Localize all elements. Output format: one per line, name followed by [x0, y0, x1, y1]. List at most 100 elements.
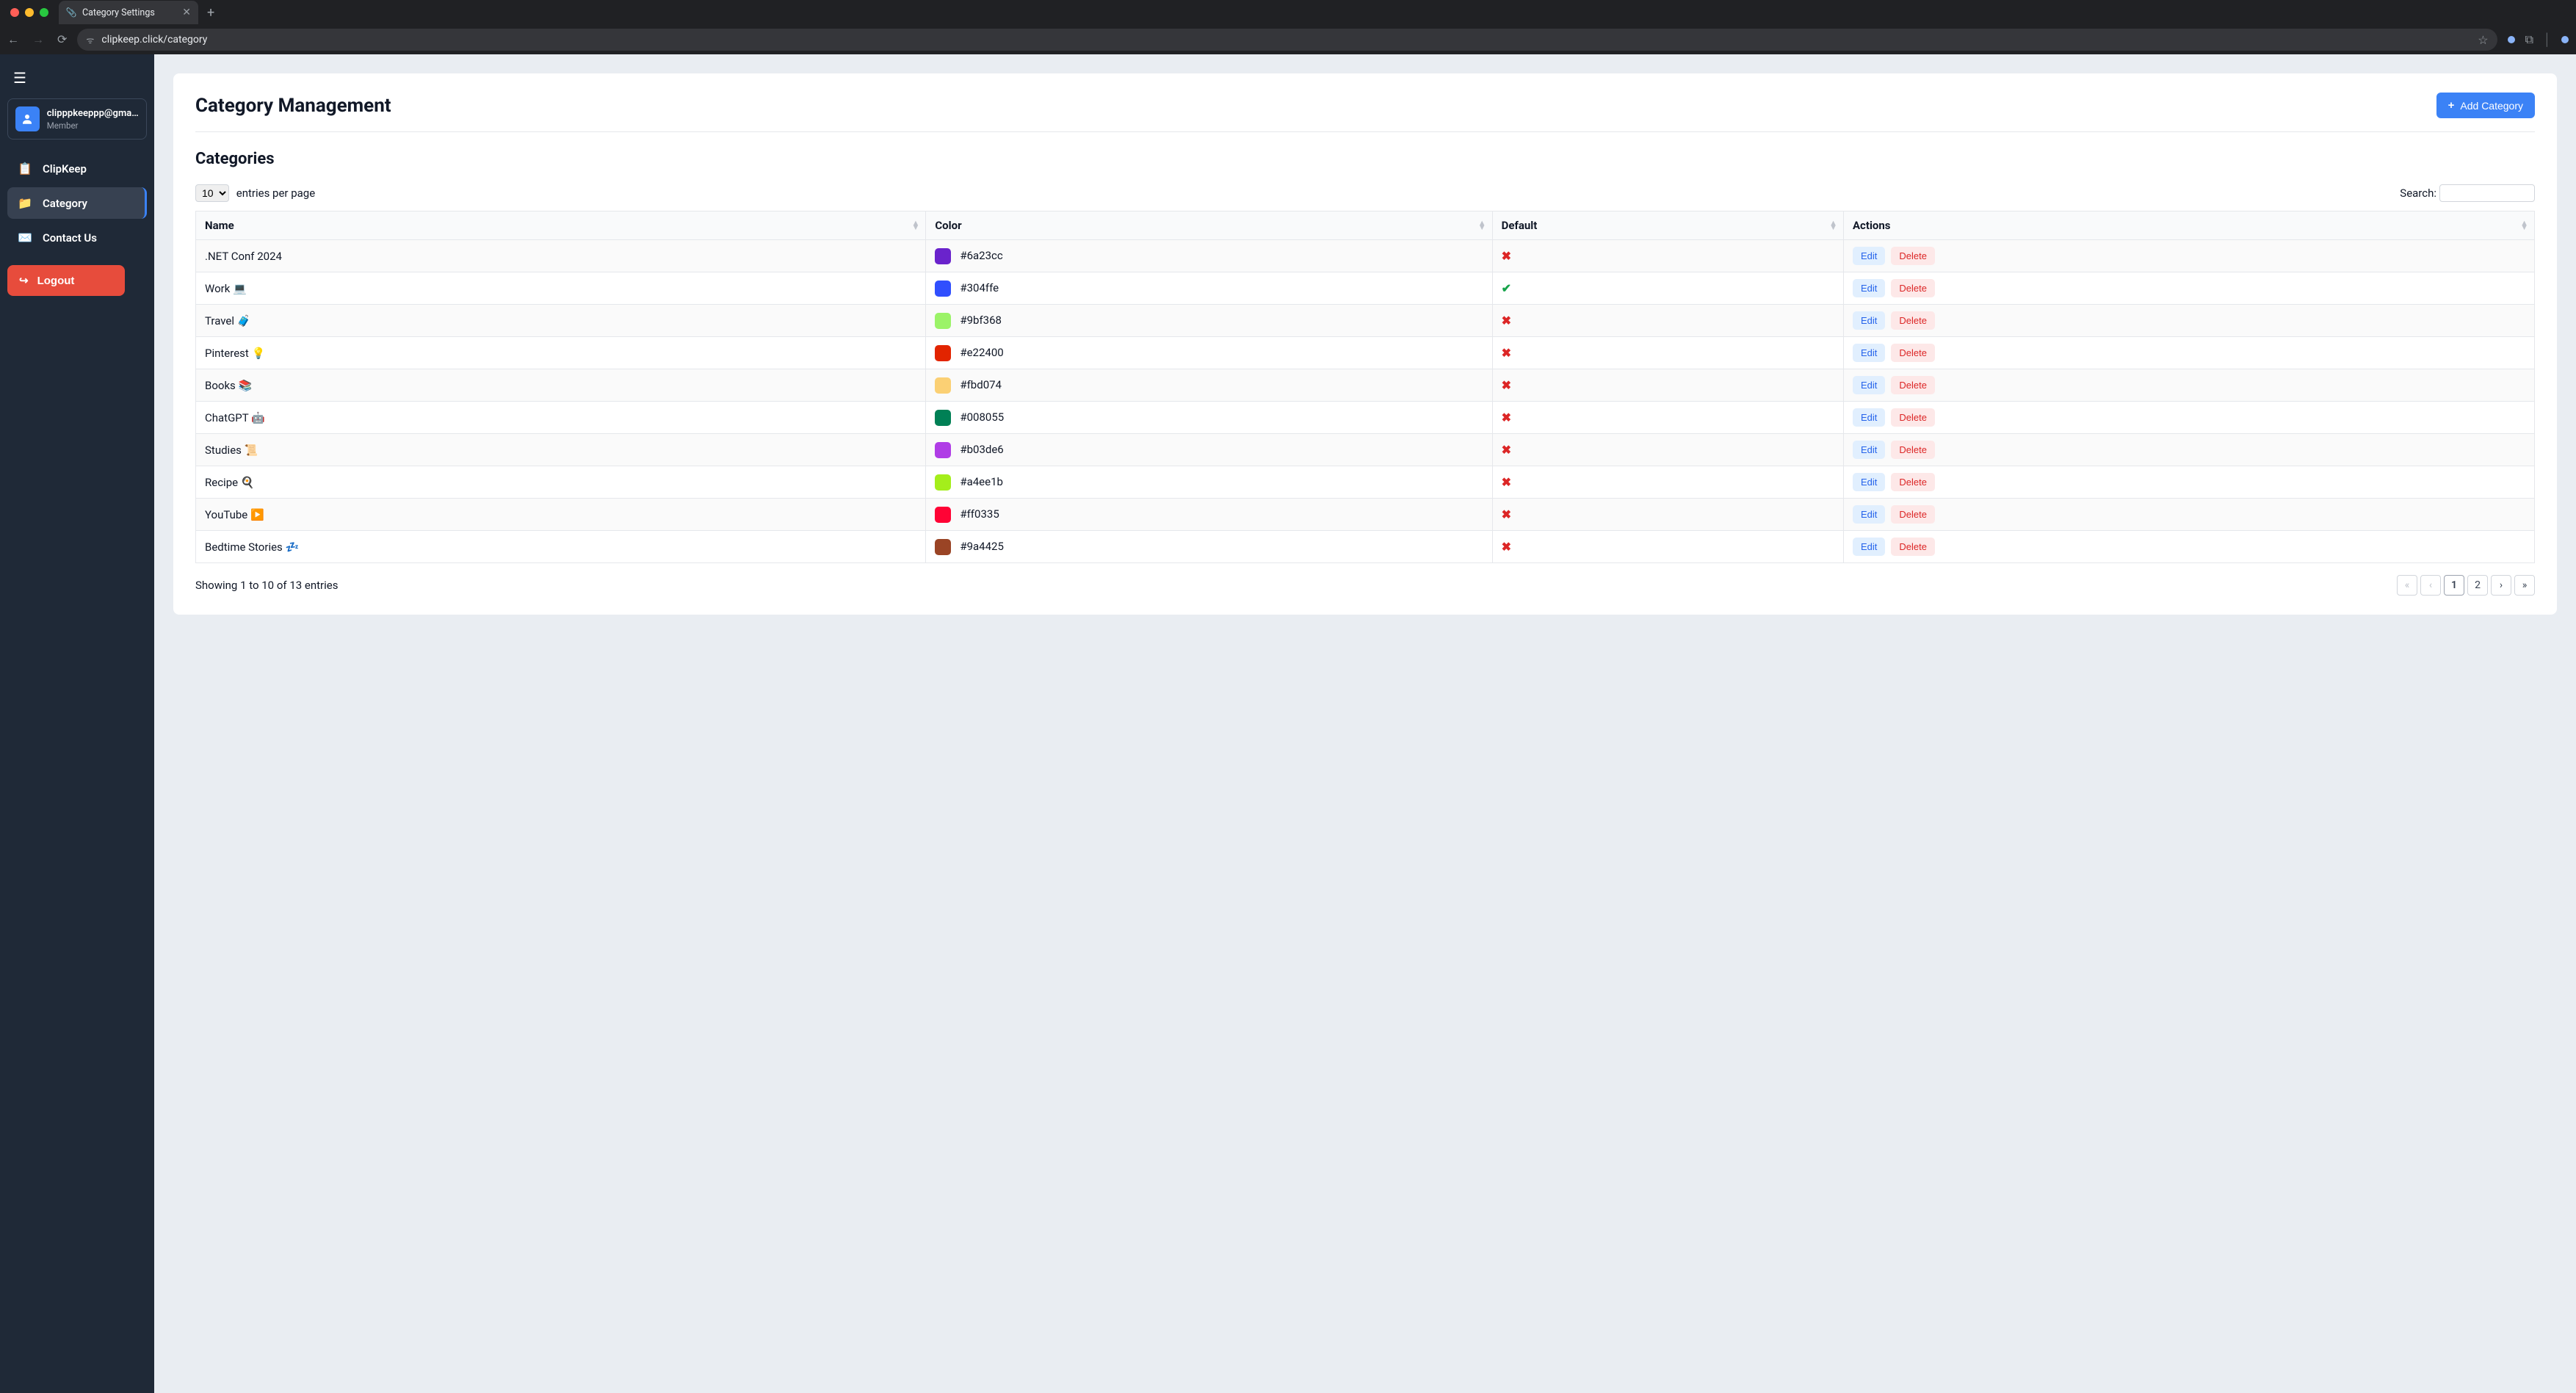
cell-name: Studies 📜 — [196, 434, 926, 466]
x-icon: ✖ — [1502, 314, 1511, 328]
cell-name: Travel 🧳 — [196, 305, 926, 337]
fullscreen-window-icon[interactable] — [40, 8, 48, 17]
cell-default: ✖ — [1492, 369, 1843, 402]
browser-chrome: 📎 Category Settings ✕ + ← → ⟳ ᯤ clipkeep… — [0, 0, 2576, 54]
sort-icon: ▲▼ — [1829, 221, 1837, 230]
cell-name: Recipe 🍳 — [196, 466, 926, 499]
cell-default: ✔ — [1492, 272, 1843, 305]
color-swatch — [935, 410, 951, 426]
cell-actions: Edit Delete — [1843, 499, 2534, 531]
edit-button[interactable]: Edit — [1853, 311, 1885, 330]
sidebar: ☰ clipppkeeppp@gmai... Member 📋 ClipKeep… — [0, 54, 154, 1393]
avatar-icon — [15, 106, 40, 131]
col-actions[interactable]: Actions▲▼ — [1843, 211, 2534, 240]
delete-button[interactable]: Delete — [1891, 311, 1935, 330]
close-tab-icon[interactable]: ✕ — [182, 7, 191, 18]
edit-button[interactable]: Edit — [1853, 473, 1885, 491]
delete-button[interactable]: Delete — [1891, 279, 1935, 297]
sidebar-item-clipkeep[interactable]: 📋 ClipKeep — [7, 153, 147, 184]
cell-color: #304ffe — [926, 272, 1492, 305]
delete-button[interactable]: Delete — [1891, 441, 1935, 459]
color-hex: #a4ee1b — [960, 474, 1003, 488]
extensions-icon[interactable]: ⧉ — [2525, 32, 2533, 47]
col-color[interactable]: Color▲▼ — [926, 211, 1492, 240]
user-email: clipppkeeppp@gmai... — [47, 108, 139, 119]
table-row: Bedtime Stories 💤#9a4425✖EditDelete — [196, 531, 2535, 563]
logout-button[interactable]: ↪ Logout — [7, 265, 125, 296]
table-row: Work 💻#304ffe✔ Edit Delete — [196, 272, 2535, 305]
extension-pin-icon[interactable] — [2508, 36, 2515, 43]
search-label: Search: — [2400, 187, 2436, 200]
minimize-window-icon[interactable] — [25, 8, 34, 17]
search-input[interactable] — [2439, 184, 2535, 202]
edit-button[interactable]: Edit — [1853, 279, 1885, 297]
cell-default: ✖ — [1492, 466, 1843, 499]
edit-button[interactable]: Edit — [1853, 505, 1885, 524]
cell-actions: Edit Delete — [1843, 272, 2534, 305]
cell-actions: Edit Delete — [1843, 337, 2534, 369]
folder-icon: 📁 — [18, 196, 32, 210]
color-hex: #b03de6 — [960, 442, 1003, 455]
hamburger-icon[interactable]: ☰ — [7, 65, 147, 91]
page-link[interactable]: ‹ — [2420, 575, 2441, 596]
sort-icon: ▲▼ — [2520, 221, 2528, 230]
x-icon: ✖ — [1502, 346, 1511, 360]
browser-tab[interactable]: 📎 Category Settings ✕ — [59, 1, 198, 24]
delete-button[interactable]: Delete — [1891, 408, 1935, 427]
site-info-icon[interactable]: ᯤ — [86, 34, 94, 46]
cell-name: Books 📚 — [196, 369, 926, 402]
color-swatch — [935, 248, 951, 264]
cell-name: Pinterest 💡 — [196, 337, 926, 369]
page-link[interactable]: › — [2491, 575, 2511, 596]
edit-button[interactable]: Edit — [1853, 344, 1885, 362]
page-link[interactable]: « — [2397, 575, 2417, 596]
table-row: Recipe 🍳 #a4ee1b ✖ Edit Delete — [196, 466, 2535, 499]
close-window-icon[interactable] — [10, 8, 19, 17]
sidebar-item-category[interactable]: 📁 Category — [7, 187, 147, 219]
cell-actions: Edit Delete — [1843, 369, 2534, 402]
cell-default: ✖ — [1492, 434, 1843, 466]
entries-select[interactable]: 10 — [195, 184, 229, 202]
delete-button[interactable]: Delete — [1891, 247, 1935, 265]
edit-button[interactable]: Edit — [1853, 376, 1885, 394]
cell-color: #fbd074 — [926, 369, 1492, 402]
address-bar[interactable]: ᯤ clipkeep.click/category ☆ — [77, 29, 2497, 51]
page-link[interactable]: 1 — [2444, 575, 2464, 596]
x-icon: ✖ — [1502, 540, 1511, 554]
profile-icon[interactable] — [2561, 36, 2569, 43]
edit-button[interactable]: Edit — [1853, 247, 1885, 265]
edit-button[interactable]: Edit — [1853, 408, 1885, 427]
forward-icon[interactable]: → — [32, 32, 44, 47]
edit-button[interactable]: Edit — [1853, 441, 1885, 459]
cell-actions: Edit Delete — [1843, 531, 2534, 563]
color-hex: #008055 — [960, 410, 1004, 423]
reload-icon[interactable]: ⟳ — [57, 32, 67, 47]
sidebar-item-label: Category — [43, 197, 87, 210]
col-default[interactable]: Default▲▼ — [1492, 211, 1843, 240]
delete-button[interactable]: Delete — [1891, 376, 1935, 394]
delete-button[interactable]: Delete — [1891, 505, 1935, 524]
user-card[interactable]: clipppkeeppp@gmai... Member — [7, 98, 147, 140]
add-category-button[interactable]: + Add Category — [2436, 93, 2535, 118]
cell-default: ✖ — [1492, 402, 1843, 434]
sort-icon: ▲▼ — [1478, 221, 1486, 230]
cell-default: ✖ — [1492, 337, 1843, 369]
categories-table: Name▲▼ Color▲▼ Default▲▼ Actions▲▼ .NET … — [195, 211, 2535, 563]
main-content: Category Management + Add Category Categ… — [154, 54, 2576, 1393]
color-hex: #9bf368 — [960, 313, 1002, 326]
delete-button[interactable]: Delete — [1891, 538, 1935, 556]
page-link[interactable]: 2 — [2467, 575, 2488, 596]
delete-button[interactable]: Delete — [1891, 344, 1935, 362]
sidebar-item-contact[interactable]: ✉️ Contact Us — [7, 222, 147, 253]
cell-name: Work 💻 — [196, 272, 926, 305]
delete-button[interactable]: Delete — [1891, 473, 1935, 491]
add-category-label: Add Category — [2460, 100, 2523, 112]
page-link[interactable]: » — [2514, 575, 2535, 596]
color-hex: #fbd074 — [960, 377, 1002, 391]
edit-button[interactable]: Edit — [1853, 538, 1885, 556]
back-icon[interactable]: ← — [7, 32, 19, 47]
bookmark-icon[interactable]: ☆ — [2478, 33, 2488, 47]
col-name[interactable]: Name▲▼ — [196, 211, 926, 240]
divider: │ — [2544, 32, 2551, 47]
new-tab-button[interactable]: + — [204, 5, 217, 21]
